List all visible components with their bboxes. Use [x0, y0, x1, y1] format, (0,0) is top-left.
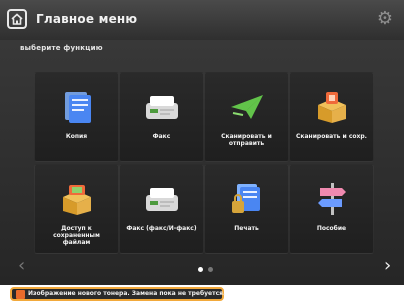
tile-scan-save[interactable]: Сканировать и сохр. [289, 72, 374, 162]
tile-print[interactable]: Печать [204, 164, 289, 254]
next-page-arrow[interactable]: › [384, 257, 396, 275]
page-title: Главное меню [36, 12, 138, 26]
page-indicator [198, 265, 218, 275]
tile-label: Сканировать и сохр. [296, 133, 367, 140]
status-text: Изображение нового тонера. Замена пока н… [28, 290, 226, 297]
tile-label: Пособие [316, 225, 347, 232]
tile-label: Доступ к сохраненным файлам [53, 225, 100, 246]
tile-label: Факс (факс/И-факс) [126, 225, 197, 232]
tile-label: Печать [234, 225, 259, 232]
gear-icon[interactable]: ⚙ [376, 10, 394, 28]
tile-copy[interactable]: Копия [34, 72, 119, 162]
prev-page-arrow[interactable]: ‹ [18, 257, 30, 275]
scan-save-icon [317, 92, 346, 123]
copy-icon [64, 92, 91, 123]
fax-icon [145, 96, 178, 119]
tile-stored-files[interactable]: Доступ к сохраненным файлам [34, 164, 119, 254]
home-icon [11, 13, 23, 25]
main-menu-panel: Главное меню ⚙ выберите функцию Копия Фа… [0, 0, 404, 285]
function-grid: Копия Факс Сканировать и отправить Скани… [34, 72, 374, 254]
tile-label: Сканировать и отправить [221, 133, 272, 147]
status-message[interactable]: Изображение нового тонера. Замена пока н… [10, 287, 226, 301]
title-bar: Главное меню ⚙ [0, 0, 404, 40]
home-button[interactable] [7, 9, 27, 29]
stored-files-icon [62, 185, 91, 215]
warning-icon [16, 290, 25, 299]
tile-fax[interactable]: Факс [119, 72, 204, 162]
fax-ifax-icon [145, 188, 178, 211]
page-dot-current [198, 267, 203, 272]
tile-scan-send[interactable]: Сканировать и отправить [204, 72, 289, 162]
device-screen: Главное меню ⚙ выберите функцию Копия Фа… [0, 0, 404, 305]
scan-send-icon [230, 95, 263, 119]
tile-label: Копия [65, 133, 88, 140]
guide-icon [317, 183, 346, 215]
tile-guide[interactable]: Пособие [289, 164, 374, 254]
tile-label: Факс [152, 133, 171, 140]
select-function-caption: выберите функцию [20, 44, 103, 52]
page-dot [208, 267, 213, 272]
print-icon [231, 184, 260, 213]
tile-fax-ifax[interactable]: Факс (факс/И-факс) [119, 164, 204, 254]
